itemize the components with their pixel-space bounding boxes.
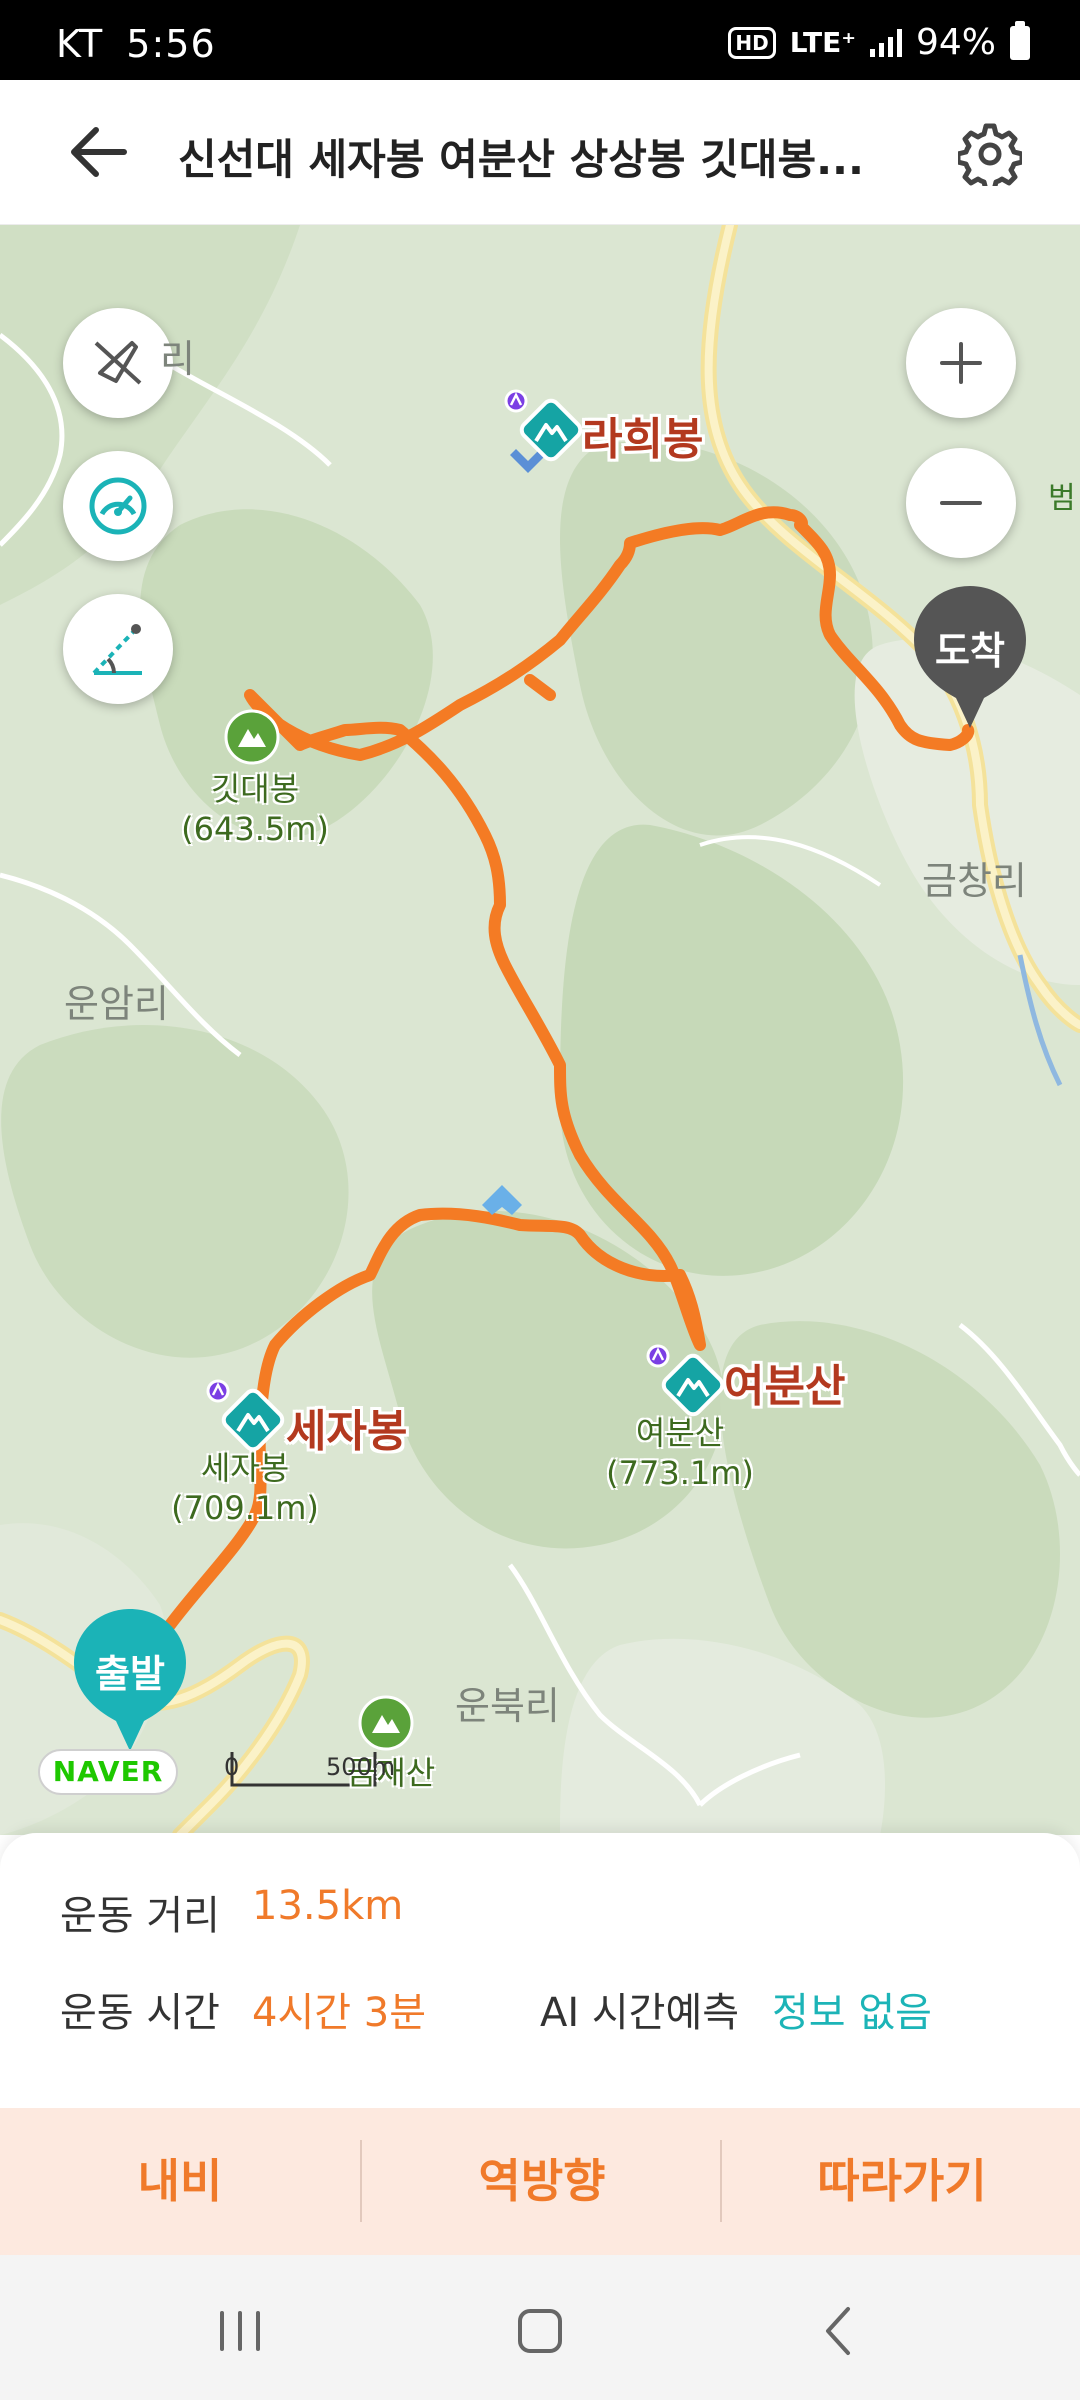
home-button[interactable] xyxy=(500,2291,580,2371)
follow-button[interactable]: 따라가기 xyxy=(722,2108,1080,2255)
zoom-in-button[interactable] xyxy=(906,308,1016,418)
peak-elevation-sejabong: (709.1m) xyxy=(171,1489,319,1527)
system-nav-bar xyxy=(0,2255,1080,2400)
orientation-button[interactable] xyxy=(63,308,173,418)
peak-name-gitdaebong: 깃대봉 xyxy=(210,770,300,808)
gear-icon xyxy=(955,123,1025,193)
naver-logo[interactable]: NAVER xyxy=(38,1749,178,1795)
start-pin-label: 출발 xyxy=(95,1652,165,1696)
minus-icon xyxy=(940,501,982,505)
distance-value: 13.5km xyxy=(252,1883,404,1929)
peak-label-sejabong: 세자봉 (709.1m) xyxy=(170,1448,320,1528)
map-view[interactable]: 리 운암리 금창리 운북리 범 라희봉 깃대봉 (643.5m) 세자봉 세자봉… xyxy=(0,225,1080,1835)
action-bar: 내비 역방향 따라가기 xyxy=(0,2108,1080,2255)
back-nav-button[interactable] xyxy=(800,2291,880,2371)
end-pin-label: 도착 xyxy=(935,629,1005,673)
zoom-out-button[interactable] xyxy=(906,448,1016,558)
ai-estimate-value: 정보 없음 xyxy=(772,1990,932,2036)
slope-icon xyxy=(92,624,142,675)
hd-voice-icon: HD xyxy=(728,26,776,59)
arrow-left-icon xyxy=(71,127,127,177)
peak-elevation-yeobunsan: (773.1m) xyxy=(606,1454,754,1492)
signal-icon xyxy=(869,28,902,57)
scale-distance: 500m xyxy=(326,1753,396,1781)
status-left: KT 5:56 xyxy=(56,22,216,66)
speed-mode-button[interactable] xyxy=(63,451,173,561)
chevron-left-icon xyxy=(826,2307,850,2355)
battery-icon xyxy=(1010,20,1030,60)
place-label-unbukri: 운북리 xyxy=(455,1684,560,1728)
place-label-beom: 범 xyxy=(1048,481,1076,516)
settings-button[interactable] xyxy=(955,122,1025,193)
clock: 5:56 xyxy=(126,22,216,66)
back-button[interactable] xyxy=(68,124,128,180)
peak-marker-rahuibong[interactable] xyxy=(500,385,586,471)
ai-estimate-label: AI 시간예측 xyxy=(540,1990,740,2036)
time-value: 4시간 3분 xyxy=(252,1990,427,2036)
peak-marker-gusan[interactable] xyxy=(358,1695,414,1751)
app-header: 신선대 세자봉 여분산 상상봉 깃대봉... xyxy=(0,80,1080,225)
peak-label-gitdaebong: 깃대봉 (643.5m) xyxy=(180,769,330,849)
peak-label-yeobunsan: 여분산 (773.1m) xyxy=(605,1413,755,1493)
plus-icon xyxy=(940,342,982,384)
peak-name-yeobunsan-sub: 여분산 xyxy=(635,1414,725,1452)
peak-elevation-gitdaebong: (643.5m) xyxy=(181,810,329,848)
status-bar: KT 5:56 HD LTE⁺ 94% xyxy=(0,0,1080,80)
carrier-label: KT xyxy=(56,22,104,66)
start-pin[interactable]: 출발 xyxy=(70,1605,190,1755)
page-title: 신선대 세자봉 여분산 상상봉 깃대봉... xyxy=(178,135,864,184)
battery-percent: 94% xyxy=(915,22,996,63)
peak-name-rahuibong: 라희봉 xyxy=(582,414,704,465)
peak-name-sejabong-sub: 세자봉 xyxy=(200,1449,290,1487)
recent-apps-button[interactable] xyxy=(200,2291,280,2371)
elevation-button[interactable] xyxy=(63,594,173,704)
status-right: HD LTE⁺ 94% xyxy=(728,20,1030,63)
peak-marker-gitdaebong[interactable] xyxy=(224,709,280,765)
lte-icon: LTE⁺ xyxy=(789,26,856,59)
route-info-panel: 운동 거리 13.5km 운동 시간 4시간 3분 AI 시간예측 정보 없음 xyxy=(0,1833,1080,2108)
peak-name-yeobunsan: 여분산 xyxy=(724,1361,846,1412)
distance-label: 운동 거리 xyxy=(60,1893,220,1939)
scale-zero: 0 xyxy=(224,1753,240,1781)
compass-off-icon xyxy=(94,341,142,385)
time-label: 운동 시간 xyxy=(60,1990,220,2036)
place-label-unamri: 운암리 xyxy=(64,982,169,1026)
recent-apps-icon xyxy=(220,2311,260,2351)
place-label-ri: 리 xyxy=(160,337,195,381)
speedometer-icon xyxy=(89,477,147,535)
reverse-button[interactable]: 역방향 xyxy=(362,2108,722,2255)
place-label-geumchangri: 금창리 xyxy=(922,859,1027,903)
home-icon xyxy=(518,2309,562,2353)
end-pin[interactable]: 도착 xyxy=(910,582,1030,732)
navigate-button[interactable]: 내비 xyxy=(0,2108,360,2255)
